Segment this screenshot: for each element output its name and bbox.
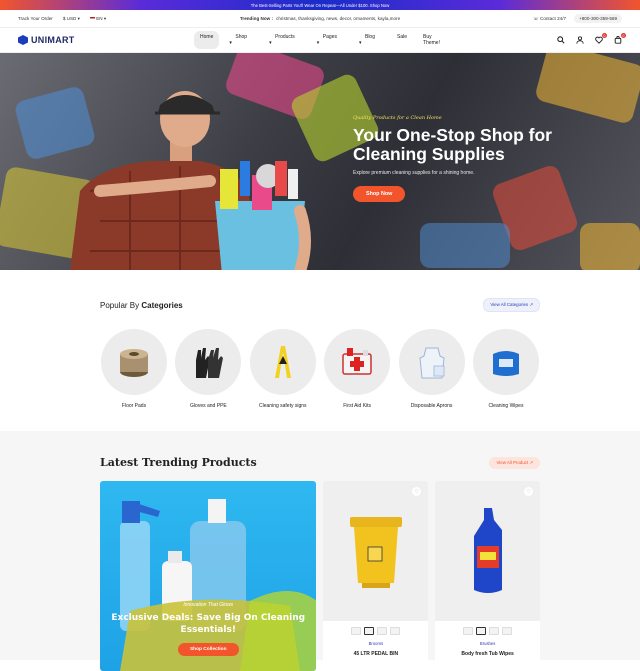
trending-label: Trending Now : [239,16,274,21]
nav-item-shop[interactable]: Shop ▾ [223,31,259,49]
product-card[interactable]: ♡ Brooms 45 LTR PEDAL BIN [323,481,429,671]
category-first-aid[interactable]: First Aid Kits [323,329,391,409]
flag-icon [89,16,95,21]
nav-item-blog[interactable]: Blog ▾ [353,31,387,49]
categories-section: Popular By Categories View All Categorie… [0,270,640,430]
first-aid-kit-icon [342,348,372,375]
trending-items[interactable]: christmas, thanksgiving, news, decor, or… [276,16,400,21]
variant-swatch[interactable] [476,627,487,635]
variant-swatch[interactable] [489,627,500,635]
man-with-cleaning-bucket-image [70,91,311,270]
floor-pad-icon [120,349,148,377]
category-wipes[interactable]: Cleaning Wipes [472,329,540,409]
view-all-categories-button[interactable]: View All Categories ↗ [483,298,540,312]
announcement-bar[interactable]: The Best-Selling Parts You'll Wear On Re… [0,0,640,10]
promo-card[interactable]: Innovation That Glows Exclusive Deals: S… [100,481,317,671]
nav-menu: Home Shop ▾ Products ▾ Pages ▾ Blog ▾ Sa… [194,31,446,49]
wishlist-icon[interactable]: 0 [595,33,607,44]
pedal-bin-image [349,517,402,588]
variant-swatch[interactable] [502,627,513,635]
category-floor-pads[interactable]: Floor Pads [100,329,168,409]
promo-title: Exclusive Deals: Save Big On Cleaning Es… [111,613,306,635]
promo-kicker: Innovation That Glows [183,602,234,608]
view-all-products-button[interactable]: View All Product ↗ [489,456,540,469]
product-name[interactable]: Body fresh Tub Wipes [435,651,540,657]
contact-link[interactable]: ☏ Contact 24/7 [533,16,566,22]
search-icon[interactable] [557,36,565,44]
category-gloves-ppe[interactable]: Gloves and PPE [174,329,242,409]
cart-count-badge: 0 [621,33,626,38]
hero-subtitle: Explore premium cleaning supplies for a … [353,170,475,176]
trending-section: Latest Trending Products View All Produc… [0,431,640,671]
product-card[interactable]: ♡ Brushes Body fresh Tub Wipes [435,481,540,671]
wipes-pack-icon [492,351,519,376]
cart-icon[interactable]: 0 [614,33,626,44]
currency-select[interactable]: $ USD ▾ [63,16,80,22]
apron-icon [419,347,445,379]
wishlist-count-badge: 0 [602,33,607,38]
phone-number[interactable]: +800-300-359-569 [574,14,622,23]
wishlist-heart-icon[interactable]: ♡ [523,487,533,496]
nav-item-sale[interactable]: Sale [391,31,413,49]
variant-swatch[interactable] [463,627,474,635]
shop-collection-button[interactable]: Shop Collection [177,643,239,656]
background-brush-shape [420,223,510,268]
utility-bar: Track Your Order $ USD ▾ EN ▾ Trending N… [0,10,640,28]
gloves-icon [196,348,224,378]
logo[interactable]: UNIMART [18,35,194,45]
nav-item-pages[interactable]: Pages ▾ [311,31,349,49]
shop-now-button[interactable]: Shop Now [353,186,406,202]
announcement-text[interactable]: The Best-Selling Parts You'll Wear On Re… [251,3,390,8]
category-aprons[interactable]: Disposable Aprons [398,329,466,409]
wishlist-heart-icon[interactable]: ♡ [412,487,422,496]
variant-swatch[interactable] [364,627,375,635]
product-category[interactable]: Brooms [323,641,428,646]
hero-kicker: Quality Products for a Clean Home [353,115,442,121]
nav-item-home[interactable]: Home [194,31,220,49]
nav-item-products[interactable]: Products ▾ [263,31,307,49]
categories-title: Popular By Categories [100,300,183,310]
trending-title: Latest Trending Products [100,456,257,469]
background-cloth-shape [580,223,640,270]
product-category[interactable]: Brushes [435,641,540,646]
hero-title: Your One-Stop Shop for Cleaning Supplies [353,125,552,164]
nav-item-buy-theme[interactable]: Buy Theme! [417,31,446,49]
variant-swatch[interactable] [377,627,388,635]
product-name[interactable]: 45 LTR PEDAL BIN [323,651,428,657]
toilet-cleaner-bottle-image [473,508,502,593]
caution-sign-icon [274,346,291,378]
logo-text: UNIMART [31,35,75,45]
hero-banner: Quality Products for a Clean Home Your O… [0,53,640,270]
account-icon[interactable] [576,36,584,44]
logo-mark-icon [18,35,28,45]
track-order-link[interactable]: Track Your Order [18,16,53,21]
phone-icon: ☏ [532,15,539,21]
variant-swatch[interactable] [390,627,401,635]
category-safety-signs[interactable]: Cleaning safety signs [249,329,317,409]
variant-swatch[interactable] [351,627,362,635]
language-select[interactable]: EN ▾ [89,16,106,22]
main-nav: UNIMART Home Shop ▾ Products ▾ Pages ▾ B… [0,28,640,53]
